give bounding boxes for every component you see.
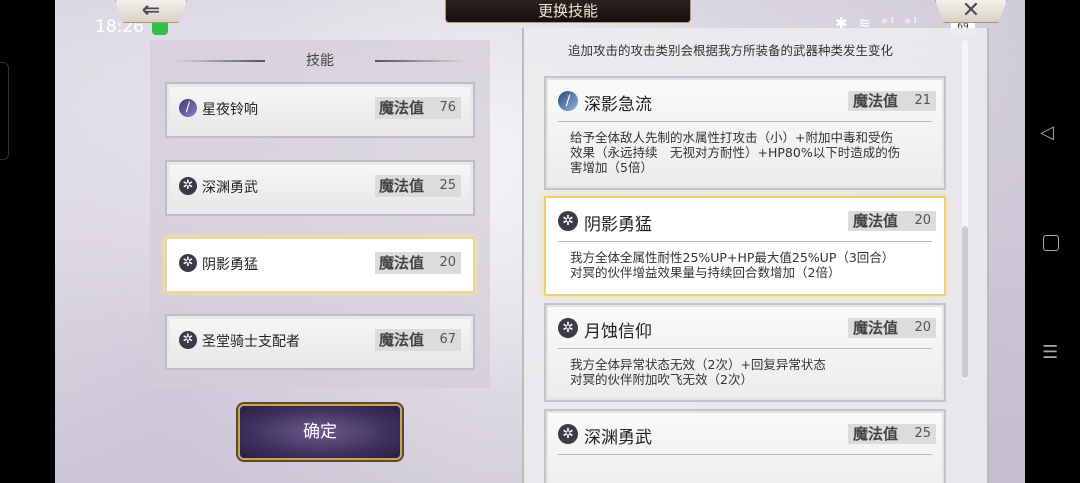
skill-name: 深影急流 bbox=[584, 95, 652, 115]
skill-description-partial: 追加攻击的攻击类别会根据我方所装备的武器种类发生变化 bbox=[568, 43, 894, 58]
mp-value: 25 bbox=[914, 426, 931, 441]
compass-icon: ✲ bbox=[179, 331, 197, 349]
skill-description: 给予全体敌人先制的水属性打攻击（小）+附加中毒和受伤 效果（永远持续 无视对方耐… bbox=[570, 130, 901, 175]
game-screen: 18:26 ✱ ≋ ᵊᴵ ᵊᴵ 69 ⇐ 更换技能 ✕ 技能 ∕ 星夜铃响 魔法… bbox=[55, 0, 1025, 483]
skill-name: 阴影勇猛 bbox=[584, 215, 652, 235]
mp-label: 魔法值 bbox=[853, 425, 899, 443]
mp-value: 20 bbox=[914, 213, 931, 228]
mp-value: 21 bbox=[914, 93, 931, 108]
skills-header-label: 技能 bbox=[306, 53, 334, 69]
compass-icon: ✲ bbox=[179, 177, 197, 195]
skill-name: 深渊勇武 bbox=[584, 428, 652, 448]
compass-icon: ✲ bbox=[179, 254, 197, 272]
mp-badge: 魔法值 76 bbox=[375, 97, 461, 119]
confirm-button[interactable]: 确定 bbox=[238, 404, 402, 460]
skill-name: 深渊勇武 bbox=[202, 180, 258, 196]
equipped-skills-panel: 技能 ∕ 星夜铃响 魔法值 76 ✲ 深渊勇武 魔法值 25 ✲ 阴影勇猛 魔法值 2… bbox=[150, 40, 490, 388]
scrollbar[interactable] bbox=[962, 40, 968, 380]
nav-back-icon[interactable]: ◁ bbox=[1040, 122, 1054, 143]
skill-card[interactable]: ∕ 深影急流 魔法值 21 给予全体敌人先制的水属性打攻击（小）+附加中毒和受伤 … bbox=[544, 76, 946, 190]
skill-card[interactable]: ✲ 月蚀信仰 魔法值 20 我方全体异常状态无效（2次）+回复异常状态 对冥的伙伴… bbox=[544, 303, 946, 402]
close-icon: ✕ bbox=[961, 0, 981, 23]
skill-list-panel[interactable]: 追加攻击的攻击类别会根据我方所装备的武器种类发生变化 ∕ 深影急流 魔法值 21 … bbox=[522, 28, 989, 483]
mp-value: 25 bbox=[439, 178, 456, 193]
mp-value: 20 bbox=[439, 255, 456, 270]
divider bbox=[558, 454, 932, 455]
back-button[interactable]: ⇐ bbox=[115, 0, 187, 23]
header-ornament-left bbox=[175, 60, 265, 62]
page-title: 更换技能 bbox=[445, 0, 691, 23]
mp-label: 魔法值 bbox=[853, 212, 899, 230]
divider bbox=[558, 348, 932, 349]
mp-value: 76 bbox=[439, 100, 456, 115]
mp-badge: 魔法值 20 bbox=[375, 252, 461, 274]
compass-icon: ✲ bbox=[558, 424, 578, 444]
edge-handle bbox=[0, 62, 9, 160]
skill-card[interactable]: ✲ 深渊勇武 魔法值 25 bbox=[544, 409, 946, 483]
skill-slot-4[interactable]: ✲ 圣堂骑士支配者 魔法值 67 bbox=[165, 314, 475, 370]
divider bbox=[558, 121, 932, 122]
skill-name: 阴影勇猛 bbox=[202, 257, 258, 273]
mp-badge: 魔法值 20 bbox=[848, 211, 936, 231]
skill-description: 我方全体全属性耐性25%UP+HP最大值25%UP（3回合） 对冥的伙伴增益效果… bbox=[570, 250, 895, 280]
mp-badge: 魔法值 20 bbox=[848, 318, 936, 338]
skill-slot-3[interactable]: ✲ 阴影勇猛 魔法值 20 bbox=[165, 237, 475, 293]
mp-badge: 魔法值 25 bbox=[375, 175, 461, 197]
skill-name: 圣堂骑士支配者 bbox=[202, 334, 300, 350]
skill-slot-2[interactable]: ✲ 深渊勇武 魔法值 25 bbox=[165, 160, 475, 216]
header-ornament-right bbox=[375, 60, 465, 62]
mp-label: 魔法值 bbox=[379, 331, 425, 349]
scrollbar-thumb[interactable] bbox=[962, 226, 968, 378]
magic-icon: ∕ bbox=[179, 99, 197, 117]
wechat-icon bbox=[152, 21, 168, 35]
skill-name: 月蚀信仰 bbox=[584, 322, 652, 342]
skill-slot-1[interactable]: ∕ 星夜铃响 魔法值 76 bbox=[165, 82, 475, 138]
mp-value: 20 bbox=[914, 320, 931, 335]
mp-value: 67 bbox=[439, 332, 456, 347]
mp-label: 魔法值 bbox=[853, 319, 899, 337]
mp-label: 魔法值 bbox=[853, 92, 899, 110]
mp-badge: 魔法值 67 bbox=[375, 329, 461, 351]
nav-menu-icon[interactable]: ☰ bbox=[1042, 342, 1058, 363]
compass-icon: ✲ bbox=[558, 318, 578, 338]
divider bbox=[558, 241, 932, 242]
close-button[interactable]: ✕ bbox=[935, 0, 1007, 23]
mp-label: 魔法值 bbox=[379, 99, 425, 117]
mp-label: 魔法值 bbox=[379, 254, 425, 272]
skill-card-selected[interactable]: ✲ 阴影勇猛 魔法值 20 我方全体全属性耐性25%UP+HP最大值25%UP（3… bbox=[544, 196, 946, 296]
back-arrow-icon: ⇐ bbox=[141, 0, 161, 23]
nav-home-icon[interactable] bbox=[1043, 235, 1059, 251]
skill-description: 我方全体异常状态无效（2次）+回复异常状态 对冥的伙伴附加吹飞无效（2次） bbox=[570, 357, 826, 387]
skills-header: 技能 bbox=[150, 50, 490, 72]
mp-badge: 魔法值 21 bbox=[848, 91, 936, 111]
magic-icon: ∕ bbox=[558, 91, 578, 111]
compass-icon: ✲ bbox=[558, 211, 578, 231]
skill-name: 星夜铃响 bbox=[202, 102, 258, 118]
mp-label: 魔法值 bbox=[379, 177, 425, 195]
mp-badge: 魔法值 25 bbox=[848, 424, 936, 444]
